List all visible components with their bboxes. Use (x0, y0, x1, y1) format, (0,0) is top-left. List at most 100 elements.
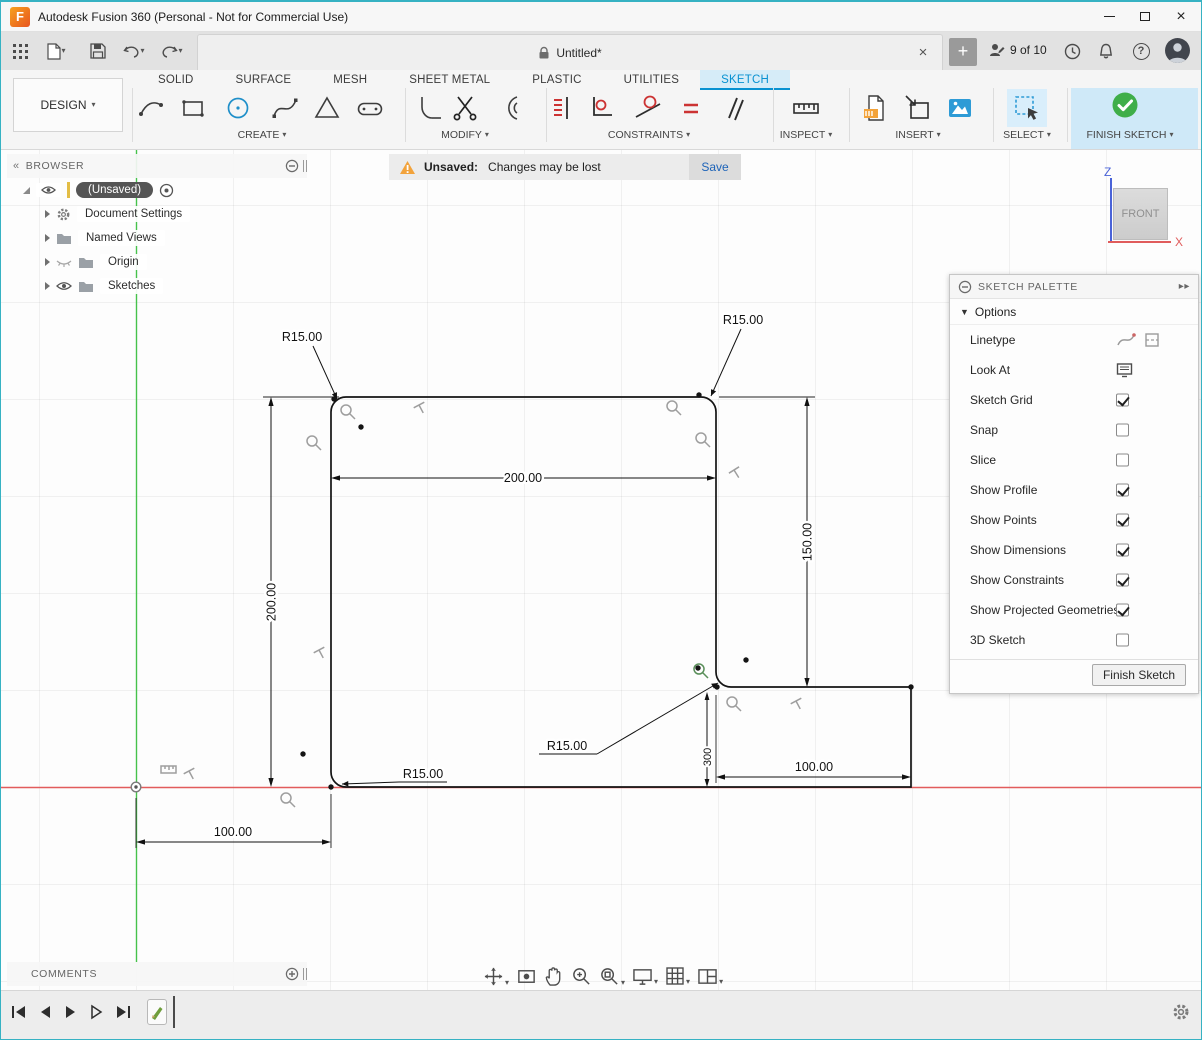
origin-point[interactable] (131, 782, 141, 792)
notifications-button[interactable] (1095, 40, 1117, 62)
modify-trim-button[interactable] (448, 91, 482, 125)
new-tab-button[interactable]: + (949, 38, 977, 66)
select-button[interactable] (1010, 91, 1044, 125)
browser-item-document-settings[interactable]: Document Settings (7, 202, 307, 226)
constraint-glyphs[interactable] (161, 401, 806, 807)
inspect-measure-button[interactable] (789, 91, 823, 125)
file-menu-button[interactable]: ▾ (39, 39, 73, 63)
item-label[interactable]: Origin (100, 254, 147, 270)
create-line-button[interactable] (134, 91, 168, 125)
expand-caret-icon[interactable] (45, 258, 50, 266)
tab-utilities[interactable]: UTILITIES (603, 70, 700, 90)
notifications-history-button[interactable] (1061, 40, 1083, 62)
modify-offset-button[interactable] (493, 91, 527, 125)
expand-caret-icon[interactable] (45, 234, 50, 242)
go-to-start-button[interactable] (7, 1000, 31, 1024)
constraint-equal-button[interactable] (674, 91, 708, 125)
minimize-panel-icon[interactable] (285, 159, 299, 173)
show-points-checkbox[interactable] (1116, 514, 1129, 527)
browser-root-row[interactable]: (Unsaved) (7, 178, 307, 202)
app-grid-button[interactable] (7, 39, 33, 63)
dimension-radius-top-right[interactable]: R15.00 (711, 313, 763, 396)
finish-sketch-menu[interactable]: FINISH SKETCH▾ (1087, 129, 1174, 141)
browser-item-sketches[interactable]: Sketches (7, 274, 307, 298)
show-profile-checkbox[interactable] (1116, 484, 1129, 497)
3d-sketch-checkbox[interactable] (1116, 634, 1129, 647)
dock-panel-icon[interactable]: ▸▸ (1179, 281, 1190, 292)
palette-header[interactable]: SKETCH PALETTE ▸▸ (950, 275, 1198, 299)
panel-drag-handle[interactable] (303, 968, 307, 980)
sketch-grid-checkbox[interactable] (1116, 394, 1129, 407)
zoom-button[interactable] (571, 966, 592, 987)
dimension-height-step[interactable]: 300 (702, 692, 714, 787)
tab-plastic[interactable]: PLASTIC (511, 70, 602, 90)
job-status[interactable]: 9 of 10 (989, 42, 1047, 58)
show-projected-geometries-checkbox[interactable] (1116, 604, 1129, 617)
save-button[interactable] (85, 39, 111, 63)
step-back-button[interactable] (33, 1000, 57, 1024)
dimension-width-top[interactable]: 200.00 (331, 471, 716, 485)
sketch-profile[interactable] (331, 397, 911, 787)
display-settings-button[interactable]: ▾ (632, 967, 658, 986)
viewcube[interactable]: Z FRONT X (1091, 160, 1201, 260)
fit-button[interactable]: ▾ (599, 966, 625, 987)
dimension-height-left[interactable]: 200.00 (265, 397, 279, 787)
browser-item-named-views[interactable]: Named Views (7, 226, 307, 250)
options-section-header[interactable]: ▼ Options (950, 299, 1198, 325)
create-circle-button[interactable] (221, 91, 255, 125)
centerline-linetype-icon[interactable] (1144, 332, 1160, 348)
create-slot-button[interactable] (353, 91, 387, 125)
tab-sheet-metal[interactable]: SHEET METAL (388, 70, 511, 90)
insert-group-menu[interactable]: INSERT▾ (895, 129, 940, 141)
add-comment-icon[interactable] (285, 967, 299, 981)
grid-snaps-button[interactable]: ▾ (665, 966, 690, 986)
create-spline-button[interactable] (268, 91, 302, 125)
expand-caret-icon[interactable] (45, 282, 50, 290)
minimize-palette-icon[interactable] (958, 280, 972, 294)
sketch-points[interactable] (300, 392, 913, 789)
viewports-button[interactable]: ▾ (697, 967, 723, 986)
constraint-tangent-button[interactable] (631, 91, 665, 125)
browser-header[interactable]: « BROWSER (7, 154, 307, 178)
constraints-group-menu[interactable]: CONSTRAINTS▾ (608, 129, 690, 141)
dimension-radius-step[interactable]: R15.00 (539, 683, 718, 754)
workspace-switcher[interactable]: DESIGN▾ (13, 78, 123, 132)
visibility-toggle[interactable] (36, 183, 61, 197)
orbit-button[interactable]: ▾ (483, 966, 509, 987)
dimension-height-right[interactable]: 150.00 (801, 397, 815, 687)
maximize-button[interactable] (1127, 2, 1163, 31)
play-button[interactable] (59, 1000, 83, 1024)
eye-icon[interactable] (56, 281, 72, 291)
create-polygon-button[interactable] (310, 91, 344, 125)
insert-dxf-button[interactable] (858, 91, 892, 125)
pan-button[interactable] (544, 966, 564, 987)
constraint-coincident-button[interactable] (584, 91, 618, 125)
save-warning-button[interactable]: Save (689, 154, 741, 180)
timeline-sketch-feature[interactable] (147, 999, 167, 1025)
go-to-end-button[interactable] (111, 1000, 135, 1024)
activate-radio-icon[interactable] (159, 183, 174, 198)
viewport-canvas[interactable]: 200.00 200.00 150.00 100.00 (1, 150, 1202, 990)
item-label[interactable]: Named Views (78, 230, 165, 246)
help-button[interactable]: ? (1130, 40, 1152, 62)
expand-caret-icon[interactable] (45, 210, 50, 218)
show-constraints-checkbox[interactable] (1116, 574, 1129, 587)
step-forward-button[interactable] (85, 1000, 109, 1024)
dimension-radius-bottom-left[interactable]: R15.00 (342, 767, 447, 784)
snap-checkbox[interactable] (1116, 424, 1129, 437)
item-label[interactable]: Sketches (100, 278, 163, 294)
root-label[interactable]: (Unsaved) (76, 182, 153, 198)
create-rectangle-button[interactable] (176, 91, 210, 125)
modify-group-menu[interactable]: MODIFY▾ (441, 129, 489, 141)
tab-mesh[interactable]: MESH (312, 70, 388, 90)
slice-checkbox[interactable] (1116, 454, 1129, 467)
timeline-settings-button[interactable] (1169, 1000, 1193, 1024)
eye-off-icon[interactable] (56, 257, 72, 268)
finish-sketch-palette-button[interactable]: Finish Sketch (1092, 664, 1186, 686)
document-tab[interactable]: Untitled* × (197, 34, 943, 70)
look-at-button[interactable] (516, 966, 537, 987)
dimension-offset-bottom[interactable]: 100.00 (136, 825, 331, 845)
viewcube-front-face[interactable]: FRONT (1113, 188, 1168, 240)
show-dimensions-checkbox[interactable] (1116, 544, 1129, 557)
minimize-button[interactable] (1091, 2, 1127, 31)
